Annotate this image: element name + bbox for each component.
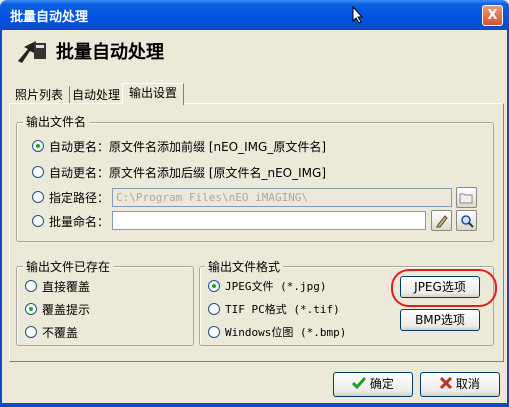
folder-browse-button[interactable] [456,187,477,208]
magnifier-icon [460,215,474,228]
radio-prompt[interactable] [25,303,37,315]
ok-button-label: 确定 [369,377,394,391]
radio-batch-rename[interactable] [32,215,44,227]
radio-suffix-label: 自动更名：原文件名添加后缀 [原文件名_nEO_IMG] [49,166,327,180]
cross-icon [440,376,453,390]
radio-batch-rename-label: 批量命名： [49,215,110,229]
cancel-button-label: 取消 [455,377,480,391]
checkmark-icon [352,377,367,390]
radio-bmp[interactable] [208,326,220,338]
file-exists-group-label: 输出文件已存在 [23,258,114,275]
tab-auto-process[interactable]: 自动处理 [66,86,128,104]
radio-prefix-label: 自动更名：原文件名添加前缀 [nEO_IMG_原文件名] [49,140,327,154]
radio-prompt-label: 覆盖提示 [42,303,91,317]
file-format-group-label: 输出文件格式 [205,258,284,275]
radio-overwrite[interactable] [25,280,37,292]
tab-photo-list[interactable]: 照片列表 [9,86,71,104]
edit-pencil-button[interactable] [431,210,452,231]
scanner-arrow-icon [18,41,46,63]
radio-specify-path[interactable] [32,191,44,203]
tab-output-settings[interactable]: 输出设置 [122,83,185,105]
ok-button[interactable]: 确定 [333,372,413,397]
window-title: 批量自动处理 [10,10,89,25]
title-bar: 批量自动处理 X [0,0,509,30]
page-title: 批量自动处理 [56,42,164,63]
pencil-icon [435,215,448,228]
radio-overwrite-label: 直接覆盖 [42,280,91,294]
close-button[interactable]: X [482,5,503,26]
radio-no-overwrite[interactable] [25,326,37,338]
radio-jpeg[interactable] [208,280,220,292]
radio-prefix[interactable] [32,140,44,152]
jpeg-options-button[interactable]: JPEG选项 [400,276,480,298]
path-input[interactable]: C:\Program Files\nEO iMAGING\ [112,188,452,207]
radio-suffix[interactable] [32,166,44,178]
radio-tif-label: TIF PC格式 (*.tif) [225,303,340,316]
radio-jpeg-label: JPEG文件 (*.jpg) [225,280,327,293]
search-button[interactable] [456,210,477,231]
mouse-cursor-icon [352,6,364,24]
folder-icon [459,193,473,204]
bmp-options-button[interactable]: BMP选项 [400,309,480,331]
cancel-button[interactable]: 取消 [420,372,500,397]
radio-bmp-label: Windows位图 (*.bmp) [225,326,347,339]
batch-rename-input[interactable] [112,211,426,230]
radio-tif[interactable] [208,303,220,315]
radio-no-overwrite-label: 不覆盖 [42,326,79,340]
radio-specify-path-label: 指定路径： [49,191,110,205]
output-name-group-label: 输出文件名 [23,113,90,130]
